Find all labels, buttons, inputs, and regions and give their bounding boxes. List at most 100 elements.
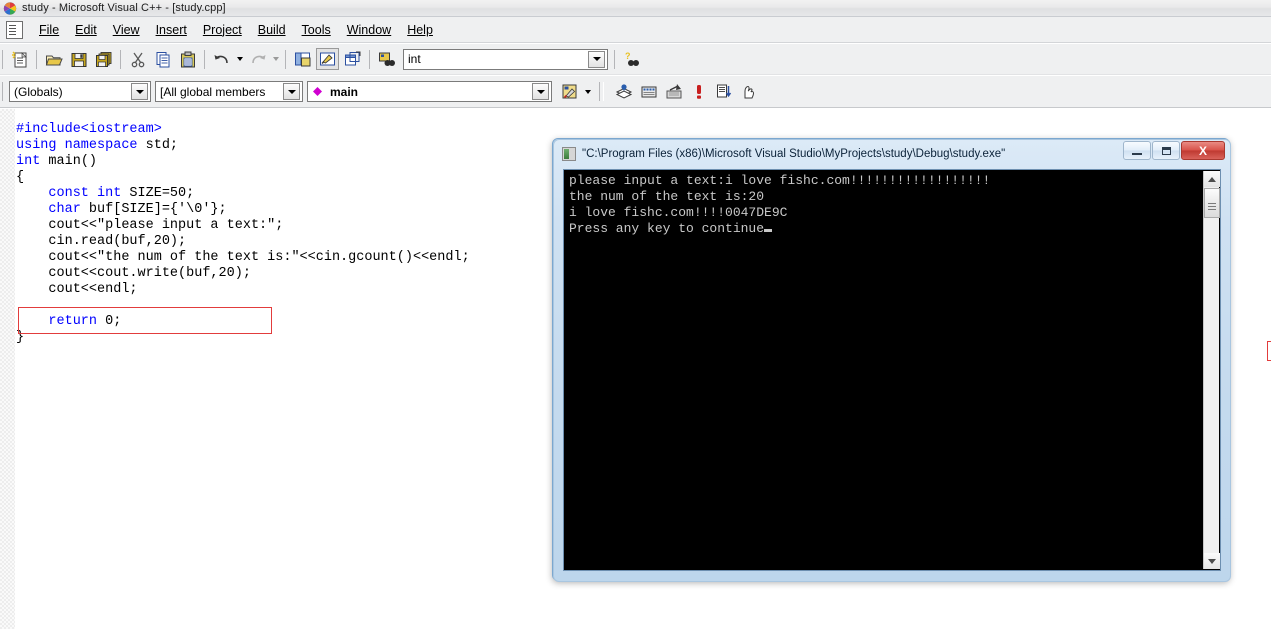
code-line: cout<<"the num of the text is:"<<cin.gco… — [16, 250, 470, 266]
stop-build-icon[interactable] — [662, 81, 685, 103]
open-folder-icon[interactable] — [42, 48, 65, 70]
redo-arrow-icon[interactable] — [246, 48, 269, 70]
function-combo[interactable]: main — [307, 81, 552, 102]
toolbar-grip — [2, 49, 3, 69]
wizardbar-toolbar: (Globals) [All global members main — [0, 76, 1271, 108]
source-code[interactable]: #include<iostream> using namespace std; in… — [16, 122, 470, 346]
close-button[interactable]: X — [1181, 141, 1225, 160]
save-floppy-icon[interactable] — [67, 48, 90, 70]
menu-tools[interactable]: Tools — [294, 21, 339, 39]
members-combo-value[interactable]: [All global members — [156, 85, 283, 99]
menu-window[interactable]: Window — [339, 21, 399, 39]
editor-gutter — [0, 109, 16, 629]
console-scrollbar[interactable] — [1203, 171, 1220, 569]
scroll-thumb[interactable] — [1204, 188, 1220, 218]
code-keyword: int — [16, 154, 41, 169]
undo-dropdown-arrow-icon[interactable] — [234, 48, 245, 70]
menu-window-label: Window — [346, 22, 392, 37]
code-text: cout<<"the num of the text is:"<<cin.gco… — [16, 250, 470, 265]
code-keyword: const int — [48, 186, 122, 201]
menu-help[interactable]: Help — [399, 21, 441, 39]
new-text-file-icon[interactable] — [8, 48, 31, 70]
console-line: i love fishc.com!!!!0047DE9C — [569, 205, 788, 220]
menu-insert-label: Insert — [155, 22, 187, 37]
compile-icon[interactable] — [612, 81, 635, 103]
window-list-icon[interactable] — [341, 48, 364, 70]
menu-project-label: Project — [202, 22, 242, 37]
maximize-glyph-icon — [1161, 146, 1171, 155]
maximize-button[interactable] — [1152, 141, 1180, 160]
undo-arrow-icon[interactable] — [210, 48, 233, 70]
toolbar-separator — [369, 49, 370, 69]
menu-edit[interactable]: Edit — [67, 21, 105, 39]
code-line: cout<<cout.write(buf,20); — [16, 266, 470, 282]
menu-project[interactable]: Project — [195, 21, 250, 39]
menu-edit-label: Edit — [75, 22, 97, 37]
close-glyph-icon: X — [1198, 143, 1207, 158]
menu-file[interactable]: File — [31, 21, 67, 39]
globals-scope-combo[interactable]: (Globals) — [9, 81, 151, 102]
code-text: cout<<cout.write(buf,20); — [16, 266, 251, 281]
insert-breakpoint-icon[interactable] — [737, 81, 760, 103]
wizardbar-grip — [2, 82, 3, 101]
menu-build[interactable]: Build — [250, 21, 294, 39]
wizardbar-action-icon[interactable] — [558, 81, 581, 103]
code-text: cin.read(buf,20); — [16, 234, 187, 249]
toolbar-separator — [285, 49, 286, 69]
code-keyword: return — [48, 314, 98, 329]
find-combo[interactable]: int — [403, 48, 608, 70]
wizardbar-dropdown-arrow-icon[interactable] — [582, 81, 593, 103]
visual-cpp-logo-icon — [3, 1, 17, 15]
scroll-down-arrow-icon[interactable] — [1204, 553, 1220, 569]
code-text: 0; — [97, 314, 122, 329]
standard-toolbar: int ? — [0, 44, 1271, 75]
code-text: SIZE=50; — [121, 186, 195, 201]
go-debug-icon[interactable] — [712, 81, 735, 103]
code-line: #include<iostream> — [16, 122, 470, 138]
main-window-titlebar: study - Microsoft Visual C++ - [study.cp… — [0, 0, 1271, 17]
members-combo[interactable]: [All global members — [155, 81, 303, 102]
code-line: return 0; — [16, 314, 470, 330]
search-help-icon[interactable]: ? — [620, 48, 643, 70]
menu-help-label: Help — [407, 22, 433, 37]
menu-view-label: View — [112, 22, 140, 37]
scroll-up-arrow-icon[interactable] — [1204, 171, 1220, 187]
code-line: cout<<"please input a text:"; — [16, 218, 470, 234]
execute-program-icon[interactable] — [687, 81, 710, 103]
toolbar-separator — [204, 49, 205, 69]
cut-scissors-icon[interactable] — [126, 48, 149, 70]
build-icon[interactable] — [637, 81, 660, 103]
console-line: Press any key to continue — [569, 221, 990, 237]
menu-insert[interactable]: Insert — [148, 21, 195, 39]
function-combo-value[interactable]: main — [326, 85, 532, 99]
find-combo-dropdown-arrow-icon[interactable] — [588, 50, 605, 68]
member-diamond-icon — [313, 87, 322, 96]
code-text: } — [16, 330, 25, 345]
menu-file-label: File — [39, 22, 60, 37]
globals-scope-value[interactable]: (Globals) — [10, 85, 131, 99]
output-window-icon[interactable] — [316, 48, 339, 70]
copy-pages-icon[interactable] — [151, 48, 174, 70]
find-in-files-icon[interactable] — [375, 48, 398, 70]
application-window: study - Microsoft Visual C++ - [study.cp… — [0, 0, 1271, 629]
paste-clipboard-icon[interactable] — [176, 48, 199, 70]
console-output-area[interactable]: please input a text:i love fishc.com!!!!… — [563, 169, 1221, 571]
workspace-window-icon[interactable] — [291, 48, 314, 70]
code-line: char buf[SIZE]={'\0'}; — [16, 202, 470, 218]
globals-combo-dropdown-arrow-icon[interactable] — [131, 83, 148, 100]
code-text: buf[SIZE]={'\0'}; — [80, 202, 227, 217]
save-all-icon[interactable] — [92, 48, 115, 70]
minimize-button[interactable] — [1123, 141, 1151, 160]
members-combo-dropdown-arrow-icon[interactable] — [283, 83, 300, 100]
menu-view[interactable]: View — [105, 21, 148, 39]
code-line: cin.read(buf,20); — [16, 234, 470, 250]
console-window[interactable]: "C:\Program Files (x86)\Microsoft Visual… — [552, 138, 1271, 582]
function-combo-dropdown-arrow-icon[interactable] — [532, 83, 549, 100]
code-line: int main() — [16, 154, 470, 170]
build-toolbar-grip — [599, 82, 604, 101]
console-window-title: "C:\Program Files (x86)\Microsoft Visual… — [582, 148, 1006, 160]
menu-build-label: Build — [257, 22, 286, 37]
redo-dropdown-arrow-icon[interactable] — [270, 48, 281, 70]
find-combo-value[interactable]: int — [404, 52, 588, 66]
